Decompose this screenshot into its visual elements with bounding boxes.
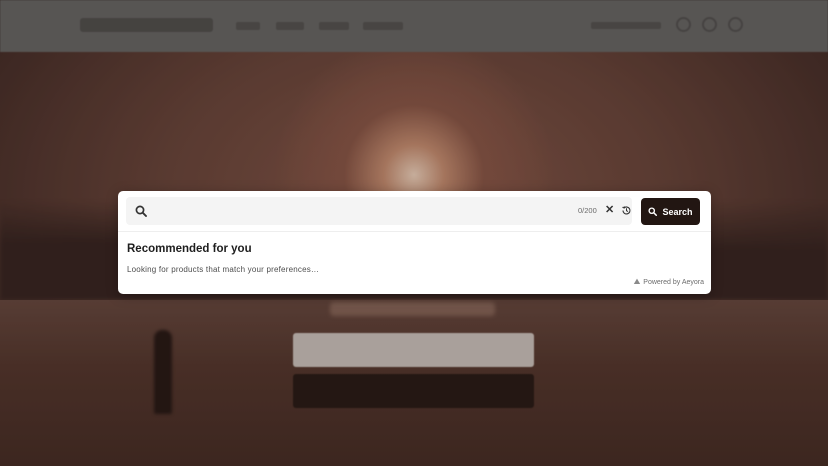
powered-by[interactable]: ⛰ Powered by Aeyora [634, 277, 704, 287]
aeyora-logo-icon: ⛰ [633, 277, 641, 286]
close-icon[interactable]: ✕ [605, 204, 614, 216]
search-modal: 0/200 ✕ Search Recommended for you Looki… [118, 191, 711, 294]
recommendations-status: Looking for products that match your pre… [127, 265, 320, 274]
recommendations-title: Recommended for you [127, 243, 252, 255]
search-row: 0/200 ✕ Search [118, 191, 711, 232]
powered-by-label: Powered by Aeyora [643, 278, 704, 286]
search-box: 0/200 ✕ [126, 197, 632, 225]
search-icon [135, 205, 147, 217]
search-button-label: Search [662, 206, 693, 217]
character-counter: 0/200 [578, 206, 597, 215]
search-icon [648, 207, 658, 216]
search-input[interactable] [156, 201, 566, 221]
search-button[interactable]: Search [641, 198, 700, 225]
history-icon[interactable] [621, 205, 632, 216]
